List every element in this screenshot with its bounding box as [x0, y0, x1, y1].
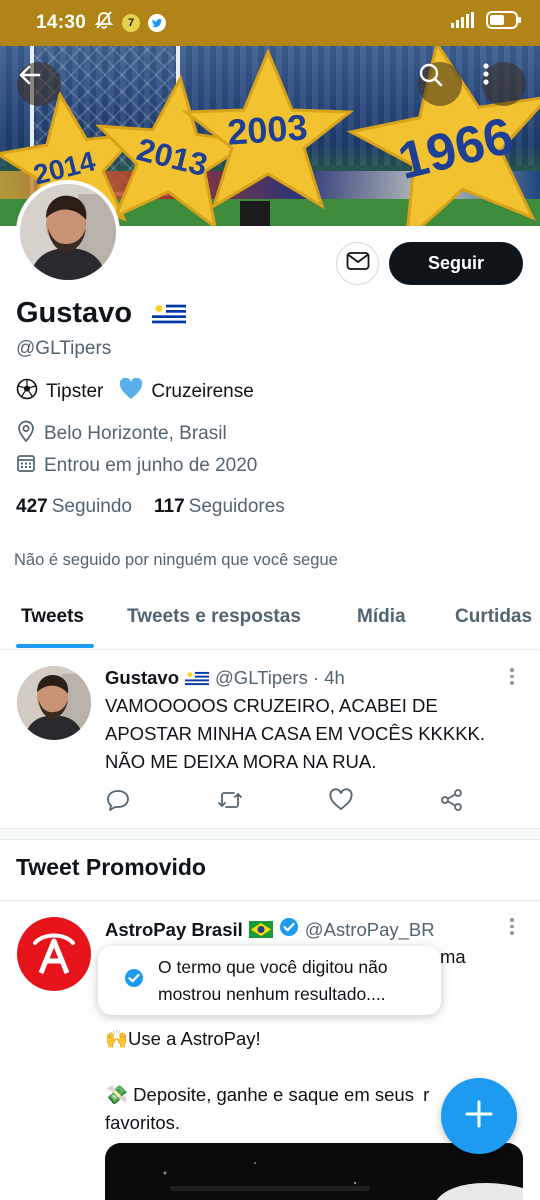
soccer-ball-icon — [16, 378, 38, 406]
retweet-icon[interactable] — [216, 788, 244, 817]
tweet-more-button[interactable] — [505, 668, 519, 685]
promoted-handle: @AstroPay_BR — [304, 918, 435, 940]
brazil-flag-icon — [248, 921, 273, 938]
astropay-logo-icon — [29, 927, 79, 982]
bio-text-1: Tipster — [46, 381, 104, 402]
profile-name: Gustavo — [16, 297, 133, 329]
uruguay-flag-graphic — [152, 301, 187, 326]
promoted-line-2-tail: r — [423, 1084, 430, 1105]
tab-likes[interactable]: Curtidas — [455, 606, 532, 628]
more-options-button[interactable] — [482, 62, 526, 106]
profile-avatar[interactable] — [16, 180, 120, 284]
tweet-line-1: VAMOOOOOS CRUZEIRO, ACABEI DE — [105, 695, 438, 716]
profile-name-row: Gustavo 🇺🇾 — [16, 297, 187, 330]
following-link[interactable]: 427 Seguindo — [16, 496, 132, 518]
tweet-line-2: APOSTAR MINHA CASA EM VOCÊS KKKKK. — [105, 723, 486, 744]
tweet-avatar-photo — [17, 666, 91, 740]
back-button[interactable] — [17, 62, 61, 106]
banner-star-label-3: 2003 — [226, 106, 309, 152]
followers-count: 117 — [154, 496, 185, 517]
tweet-body: VAMOOOOOS CRUZEIRO, ACABEI DE APOSTAR MI… — [105, 692, 485, 776]
app-notification-icon: 7 — [122, 14, 141, 32]
following-label: Seguindo — [51, 496, 132, 517]
uruguay-flag-icon — [185, 669, 210, 687]
promoted-section-title: Tweet Promovido — [16, 854, 206, 880]
search-button[interactable] — [418, 62, 462, 106]
promoted-more-button[interactable] — [505, 918, 519, 935]
bio-text-2: Cruzeirense — [151, 381, 254, 402]
following-count: 427 — [16, 496, 48, 517]
compose-tweet-button[interactable] — [441, 1078, 517, 1154]
promoted-media-image — [105, 1143, 523, 1200]
followers-link[interactable]: 117 Seguidores — [154, 496, 285, 518]
toast-line-1: O termo que você digitou não — [158, 956, 388, 977]
tweet-header: Gustavo @GLTipers · 4h — [105, 667, 345, 689]
blue-heart-icon — [119, 377, 143, 406]
promoted-line-3: favoritos. — [105, 1112, 181, 1133]
promoted-partial-line: ma — [440, 946, 466, 967]
profile-handle: @GLTipers — [16, 338, 112, 359]
twitter-notification-icon — [148, 14, 167, 32]
follow-counts: 427 Seguindo 117 Seguidores — [16, 496, 285, 518]
toast-notification[interactable]: O termo que você digitou não mostrou nen… — [98, 946, 441, 1015]
profile-joined-row: Entrou em junho de 2020 — [16, 453, 257, 479]
toast-line-2: mostrou nenhum resultado.... — [158, 983, 386, 1004]
tweet-actions — [105, 788, 465, 817]
section-divider — [0, 828, 540, 840]
promoted-line-2-text: 💸 Deposite, ganhe e saque em seus — [105, 1084, 414, 1105]
tab-tweets-replies[interactable]: Tweets e respostas — [127, 606, 301, 628]
section-line — [0, 900, 540, 901]
promoted-author-name[interactable]: AstroPay Brasil — [105, 919, 243, 941]
promoted-line-1: 🙌Use a AstroPay! — [105, 1028, 261, 1049]
banner-star-3: 2003 — [181, 48, 355, 210]
calendar-icon — [16, 453, 36, 479]
plus-icon — [464, 1099, 494, 1134]
tab-tweets[interactable]: Tweets — [21, 606, 84, 628]
not-followed-notice: Não é seguido por ninguém que você segue — [14, 551, 338, 569]
promoted-header: AstroPay Brasil @AstroPay_BR — [105, 917, 435, 942]
profile-bio: Tipster Cruzeirense — [16, 377, 254, 406]
toast-message: O termo que você digitou não mostrou nen… — [158, 954, 388, 1008]
tweet-author-name[interactable]: Gustavo — [105, 667, 179, 689]
follow-button[interactable]: Seguir — [389, 242, 523, 285]
profile-location-row: Belo Horizonte, Brasil — [16, 420, 227, 448]
twitter-bird-icon — [124, 968, 144, 993]
verified-badge-icon — [279, 917, 299, 942]
profile-joined: Entrou em junho de 2020 — [44, 455, 258, 476]
promoted-media-card[interactable] — [105, 1143, 523, 1200]
location-pin-icon — [16, 420, 36, 448]
profile-tabs: Tweets Tweets e respostas Mídia Curtidas — [0, 592, 540, 650]
tweet-author-avatar[interactable] — [17, 666, 91, 740]
tweet-handle-time: @GLTipers · 4h — [215, 667, 345, 688]
banner-person-legs — [240, 201, 270, 226]
tweet-line-3: NÃO ME DEIXA MORA NA RUA. — [105, 751, 377, 772]
home-indicator[interactable] — [170, 1186, 370, 1191]
profile-avatar-photo — [20, 184, 116, 280]
message-button[interactable] — [336, 242, 379, 285]
signal-icon — [450, 12, 476, 34]
profile-location: Belo Horizonte, Brasil — [44, 423, 227, 444]
share-icon[interactable] — [439, 788, 465, 817]
reply-icon[interactable] — [105, 788, 131, 817]
promoted-line-2: 💸 Deposite, ganhe e saque em seus r — [105, 1081, 429, 1109]
astropay-avatar[interactable] — [17, 917, 91, 991]
active-tab-indicator — [16, 644, 94, 648]
envelope-icon — [346, 251, 370, 276]
tab-media[interactable]: Mídia — [357, 606, 406, 628]
status-time: 14:30 — [36, 12, 87, 33]
status-bar: 14:30 7 — [0, 0, 540, 46]
battery-icon — [486, 11, 522, 35]
promoted-body: 🙌Use a AstroPay! 💸 Deposite, ganhe e saq… — [105, 1025, 429, 1137]
followers-label: Seguidores — [188, 496, 285, 517]
mute-bell-icon — [94, 10, 114, 36]
like-heart-icon[interactable] — [328, 788, 354, 817]
